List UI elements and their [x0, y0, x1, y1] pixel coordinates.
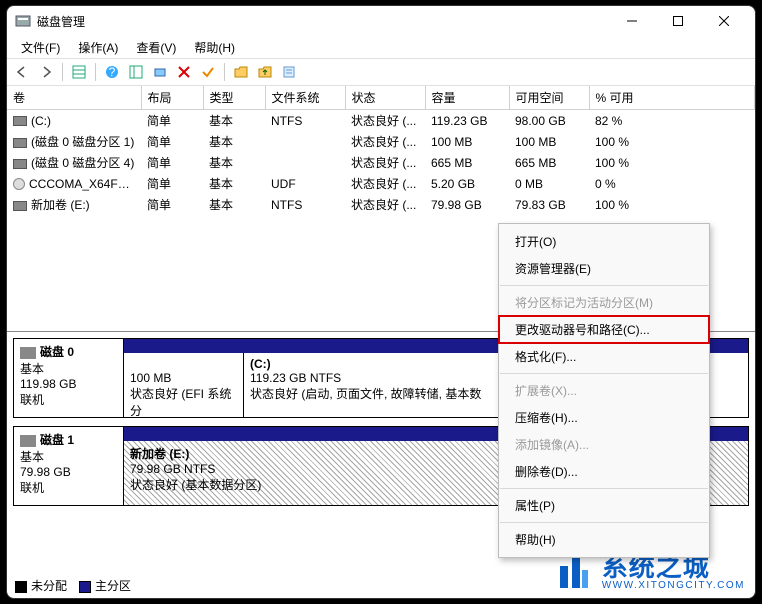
- check-icon[interactable]: [197, 61, 219, 83]
- disk-0-header[interactable]: 磁盘 0 基本 119.98 GB 联机: [14, 339, 124, 417]
- col-type[interactable]: 类型: [203, 86, 265, 110]
- disk-icon: [20, 435, 36, 447]
- hdd-icon: [13, 116, 27, 126]
- menu-help[interactable]: 帮助(H): [186, 37, 243, 58]
- menubar: 文件(F) 操作(A) 查看(V) 帮助(H): [7, 36, 755, 58]
- menu-file[interactable]: 文件(F): [13, 37, 68, 58]
- delete-icon[interactable]: [173, 61, 195, 83]
- col-free[interactable]: 可用空间: [509, 86, 589, 110]
- app-icon: [15, 13, 31, 29]
- menu-action[interactable]: 操作(A): [70, 37, 126, 58]
- col-capacity[interactable]: 容量: [425, 86, 509, 110]
- col-pct[interactable]: % 可用: [589, 86, 755, 110]
- col-fs[interactable]: 文件系统: [265, 86, 345, 110]
- legend-primary: 主分区: [95, 579, 131, 593]
- hdd-icon: [13, 159, 27, 169]
- ctx-extend: 扩展卷(X)...: [499, 377, 709, 404]
- legend: 未分配 主分区: [15, 577, 131, 594]
- window-title: 磁盘管理: [37, 13, 609, 30]
- ctx-open[interactable]: 打开(O): [499, 228, 709, 255]
- table-row[interactable]: CCCOMA_X64FR...简单基本UDF状态良好 (...5.20 GB0 …: [7, 173, 755, 194]
- menu-view[interactable]: 查看(V): [128, 37, 184, 58]
- ctx-shrink[interactable]: 压缩卷(H)...: [499, 404, 709, 431]
- partition-status: 状态良好 (EFI 系统分: [130, 385, 237, 417]
- ctx-delete[interactable]: 删除卷(D)...: [499, 458, 709, 485]
- col-volume[interactable]: 卷: [7, 86, 141, 110]
- close-button[interactable]: [701, 6, 747, 36]
- disk-icon: [20, 347, 36, 359]
- partition-size: 100 MB: [130, 371, 237, 385]
- disk-1-header[interactable]: 磁盘 1 基本 79.98 GB 联机: [14, 427, 124, 505]
- back-button[interactable]: [11, 61, 33, 83]
- hdd-icon: [13, 201, 27, 211]
- context-menu: 打开(O) 资源管理器(E) 将分区标记为活动分区(M) 更改驱动器号和路径(C…: [498, 223, 710, 558]
- disk-1-state: 联机: [20, 479, 117, 496]
- disk-1-name: 磁盘 1: [40, 433, 74, 447]
- minimize-button[interactable]: [609, 6, 655, 36]
- swatch-unallocated: [15, 581, 27, 593]
- ctx-mark-active: 将分区标记为活动分区(M): [499, 289, 709, 316]
- maximize-button[interactable]: [655, 6, 701, 36]
- disk-0-size: 119.98 GB: [20, 377, 117, 391]
- ctx-format[interactable]: 格式化(F)...: [499, 343, 709, 370]
- forward-button[interactable]: [35, 61, 57, 83]
- table-row[interactable]: (C:)简单基本NTFS状态良好 (...119.23 GB98.00 GB82…: [7, 110, 755, 132]
- svg-text:?: ?: [109, 65, 116, 79]
- disk-0-name: 磁盘 0: [40, 345, 74, 359]
- hdd-icon: [13, 138, 27, 148]
- swatch-primary: [79, 581, 91, 593]
- disk-0-partition-1[interactable]: 100 MB 状态良好 (EFI 系统分: [124, 353, 244, 417]
- watermark-url: WWW.XITONGCITY.COM: [602, 580, 745, 591]
- col-layout[interactable]: 布局: [141, 86, 203, 110]
- toolbar: ?: [7, 58, 755, 86]
- help-icon[interactable]: ?: [101, 61, 123, 83]
- ctx-explorer[interactable]: 资源管理器(E): [499, 255, 709, 282]
- legend-unallocated: 未分配: [31, 579, 67, 593]
- disk-0-state: 联机: [20, 391, 117, 408]
- watermark-logo-icon: [554, 552, 594, 592]
- ctx-properties[interactable]: 属性(P): [499, 492, 709, 519]
- view-detail-icon[interactable]: [125, 61, 147, 83]
- view-list-icon[interactable]: [68, 61, 90, 83]
- ctx-help[interactable]: 帮助(H): [499, 526, 709, 553]
- disk-1-type: 基本: [20, 448, 117, 465]
- watermark: 系统之城 WWW.XITONGCITY.COM: [554, 552, 745, 592]
- folder-icon[interactable]: [230, 61, 252, 83]
- table-row[interactable]: (磁盘 0 磁盘分区 4)简单基本状态良好 (...665 MB665 MB10…: [7, 152, 755, 173]
- folder-up-icon[interactable]: [254, 61, 276, 83]
- ctx-change-drive-letter[interactable]: 更改驱动器号和路径(C)...: [499, 316, 709, 343]
- disk-0-type: 基本: [20, 360, 117, 377]
- disk-1-size: 79.98 GB: [20, 465, 117, 479]
- col-status[interactable]: 状态: [345, 86, 425, 110]
- titlebar: 磁盘管理: [7, 6, 755, 36]
- settings-icon[interactable]: [149, 61, 171, 83]
- properties-icon[interactable]: [278, 61, 300, 83]
- ctx-add-mirror: 添加镜像(A)...: [499, 431, 709, 458]
- cd-icon: [13, 178, 25, 190]
- table-row[interactable]: (磁盘 0 磁盘分区 1)简单基本状态良好 (...100 MB100 MB10…: [7, 131, 755, 152]
- table-row[interactable]: 新加卷 (E:)简单基本NTFS状态良好 (...79.98 GB79.83 G…: [7, 194, 755, 215]
- table-header-row: 卷 布局 类型 文件系统 状态 容量 可用空间 % 可用: [7, 86, 755, 110]
